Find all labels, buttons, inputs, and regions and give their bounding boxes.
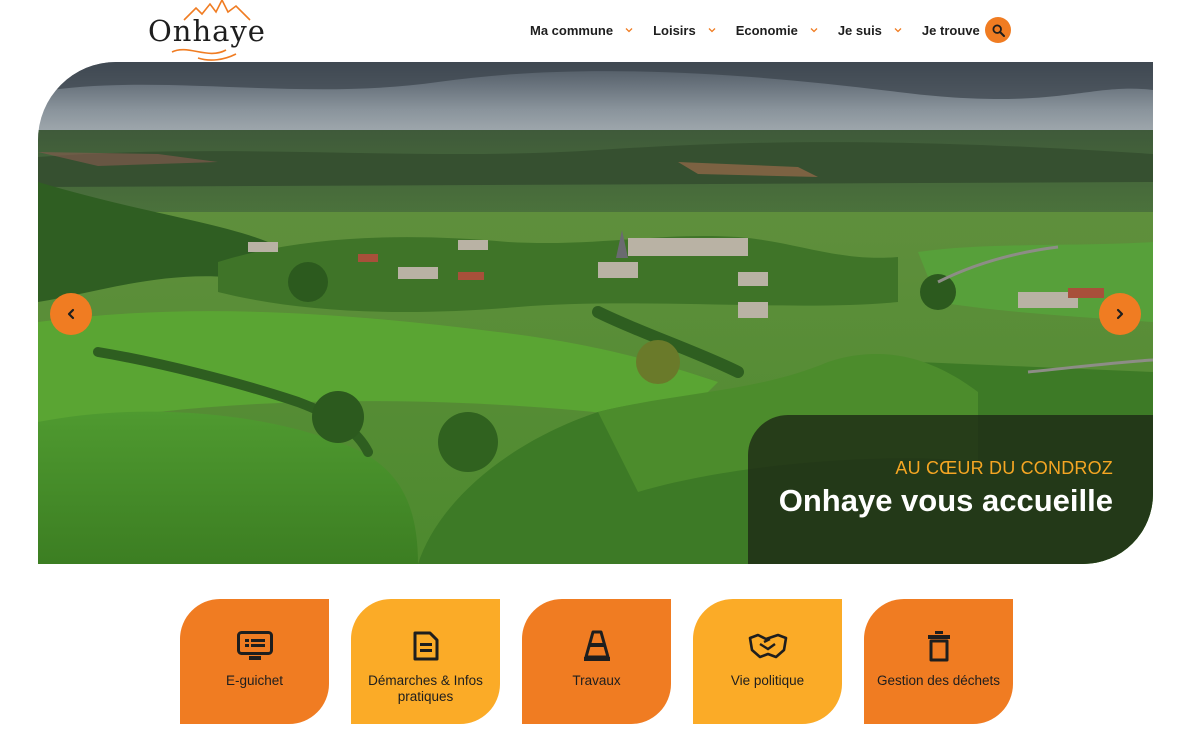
quick-link-label: Démarches & Infos pratiques (368, 673, 483, 704)
hero-kicker: AU CŒUR DU CONDROZ (895, 458, 1113, 478)
site-logo[interactable]: Onhaye (146, 0, 276, 62)
chevron-down-icon (625, 28, 633, 33)
site-header: Onhaye Ma commune Loisirs Economie Je su… (0, 0, 1189, 62)
main-nav: Ma commune Loisirs Economie Je suis Je t… (520, 16, 1010, 44)
nav-item-label: Loisirs (653, 22, 696, 38)
chevron-down-icon (894, 28, 902, 33)
search-icon (991, 23, 1005, 37)
hero-caption: AU CŒUR DU CONDROZ Onhaye vous accueille (748, 415, 1153, 564)
quick-link-gestion-dechets[interactable]: Gestion des déchets (864, 599, 1013, 724)
quick-link-vie-politique[interactable]: Vie politique (693, 599, 842, 724)
quick-link-label: E-guichet (225, 673, 284, 688)
document-icon (413, 631, 438, 661)
chevron-down-icon (708, 28, 716, 33)
quick-link-label: Travaux (572, 673, 621, 688)
quick-link-label: Gestion des déchets (876, 673, 1001, 688)
nav-item-label: Economie (735, 22, 798, 38)
traffic-cone-icon (583, 630, 610, 661)
logo-swoosh-icon (171, 48, 237, 61)
nav-item-label: Je trouve (921, 22, 980, 38)
quick-links: E-guichet Démarches & Infos pratiques Tr… (180, 599, 1020, 724)
chevron-right-icon (1116, 308, 1124, 320)
quick-link-travaux[interactable]: Travaux (522, 599, 671, 724)
quick-link-label: Vie politique (730, 673, 805, 688)
search-button[interactable] (985, 17, 1011, 43)
monitor-icon (236, 631, 273, 660)
nav-item-ma-commune[interactable]: Ma commune (530, 23, 633, 38)
hero-slider: AU CŒUR DU CONDROZ Onhaye vous accueille (38, 62, 1153, 564)
nav-item-label: Je suis (837, 22, 882, 38)
trash-bin-icon (927, 631, 950, 662)
slider-prev-button[interactable] (50, 293, 92, 335)
handshake-icon (748, 633, 787, 659)
chevron-left-icon (67, 308, 75, 320)
hero-title: Onhaye vous accueille (778, 483, 1113, 518)
nav-item-economie[interactable]: Economie (736, 23, 818, 38)
quick-link-e-guichet[interactable]: E-guichet (180, 599, 329, 724)
nav-item-je-suis[interactable]: Je suis (838, 23, 902, 38)
quick-link-demarches[interactable]: Démarches & Infos pratiques (351, 599, 500, 724)
nav-item-loisirs[interactable]: Loisirs (653, 23, 716, 38)
nav-item-label: Ma commune (530, 22, 614, 38)
slider-next-button[interactable] (1099, 293, 1141, 335)
chevron-down-icon (810, 28, 818, 33)
